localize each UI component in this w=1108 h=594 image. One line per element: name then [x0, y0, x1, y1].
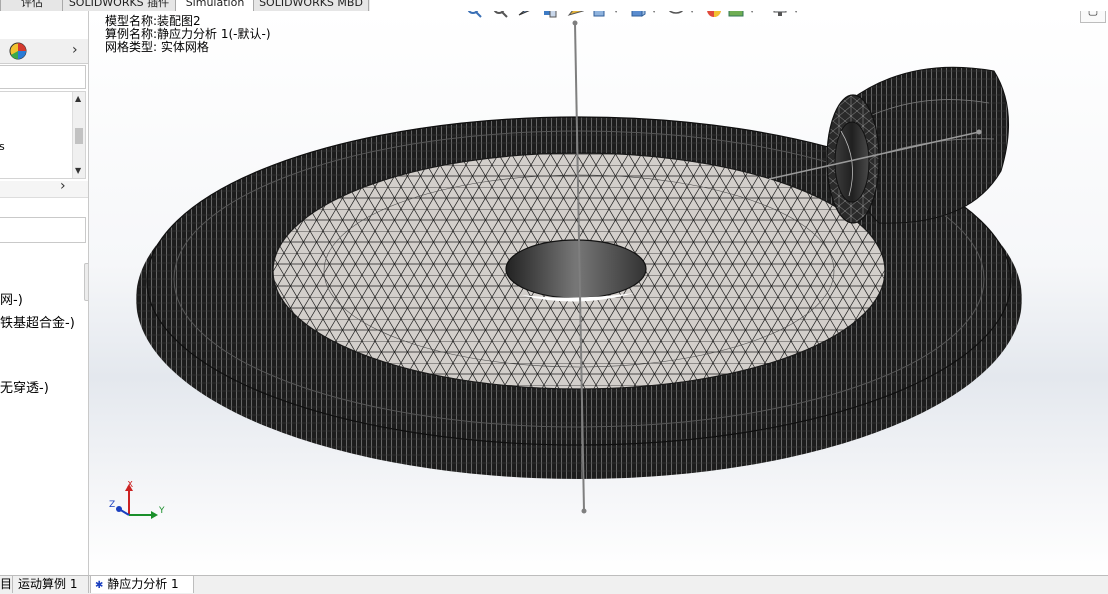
feature-manager-panel: › ▲ ▼ s › 网-) 铁基超合金-) 无穿透-)	[0, 11, 89, 575]
chevron-down-icon[interactable]: ▼	[651, 11, 657, 14]
filter-field[interactable]	[0, 65, 86, 89]
scroll-up-icon[interactable]: ▲	[75, 94, 81, 103]
reference-triad: X Y Z	[109, 481, 165, 519]
chevron-down-icon[interactable]: ▼	[793, 11, 799, 14]
tree-item-contact-no-penetration[interactable]: 无穿透-)	[0, 377, 49, 396]
triad-z-label: Z	[109, 500, 115, 510]
axis-endpoint	[572, 20, 578, 26]
tab-simulation[interactable]: Simulation	[175, 0, 255, 11]
triad-y-label: Y	[158, 506, 165, 516]
triad-x-label: X	[127, 481, 133, 490]
command-manager-tabs: 评估 SOLIDWORKS 插件 Simulation SOLIDWORKS M…	[0, 0, 370, 11]
property-field[interactable]	[0, 217, 86, 243]
gear-bore-hole	[505, 239, 647, 299]
vertical-scrollbar[interactable]: ▲ ▼	[72, 92, 85, 178]
dynamic-annotation-icon[interactable]	[567, 11, 585, 19]
chevron-right-icon[interactable]: ›	[72, 42, 78, 58]
tree-item-material-superalloy[interactable]: 铁基超合金-)	[0, 312, 75, 331]
tree-item-partial[interactable]: s	[0, 140, 5, 153]
tab-evaluate[interactable]: 评估	[0, 0, 64, 11]
zoom-to-fit-icon[interactable]	[465, 11, 483, 19]
horizontal-scrollbar[interactable]: ›	[0, 178, 88, 198]
tree-item-material-steel[interactable]: 网-)	[0, 289, 23, 308]
mesh-type-text: 网格类型: 实体网格	[105, 40, 209, 54]
chevron-down-icon[interactable]: ▼	[689, 11, 695, 14]
section-view-icon[interactable]	[541, 11, 559, 19]
panel-tab-strip: ›	[0, 39, 88, 64]
scrollbar-thumb[interactable]	[75, 128, 83, 144]
simulation-study-icon: ✱	[95, 580, 104, 591]
display-manager-icon[interactable]	[8, 41, 28, 61]
bottom-tab-bar: 目 运动算例 1 ✱ 静应力分析 1	[0, 575, 1108, 594]
view-settings-icon[interactable]	[771, 11, 789, 19]
graphics-viewport[interactable]: 模型名称:装配图2 算例名称:静应力分析 1(-默认-) 网格类型: 实体网格 …	[89, 11, 1108, 575]
view-orientation-icon[interactable]	[591, 11, 609, 19]
zoom-to-area-icon[interactable]	[491, 11, 509, 19]
tab-motion-study-1[interactable]: 运动算例 1	[13, 576, 89, 593]
scroll-down-icon[interactable]: ▼	[75, 166, 81, 175]
axis-endpoint	[976, 129, 982, 135]
tab-model-partial[interactable]: 目	[0, 576, 13, 593]
edit-appearance-icon[interactable]	[705, 11, 723, 19]
restore-window-button[interactable]: ▢	[1080, 11, 1106, 23]
tab-solidworks-mbd[interactable]: SOLIDWORKS MBD	[253, 0, 369, 11]
previous-view-icon[interactable]	[517, 11, 535, 19]
tab-solidworks-addins[interactable]: SOLIDWORKS 插件	[62, 0, 176, 11]
apply-scene-icon[interactable]	[727, 11, 745, 19]
hide-show-icon[interactable]	[667, 11, 685, 19]
tab-static-study-1[interactable]: ✱ 静应力分析 1	[90, 576, 194, 593]
chevron-right-icon[interactable]: ›	[60, 178, 66, 194]
tree-list-box: ▲ ▼ s	[0, 91, 86, 179]
axis-endpoint	[581, 508, 587, 514]
model-info-block: 模型名称:装配图2 算例名称:静应力分析 1(-默认-) 网格类型: 实体网格	[105, 15, 271, 54]
chevron-down-icon[interactable]: ▼	[613, 11, 619, 14]
gear-mesh-model[interactable]	[89, 11, 1108, 575]
display-style-icon[interactable]	[629, 11, 647, 19]
chevron-down-icon[interactable]: ▼	[749, 11, 755, 14]
